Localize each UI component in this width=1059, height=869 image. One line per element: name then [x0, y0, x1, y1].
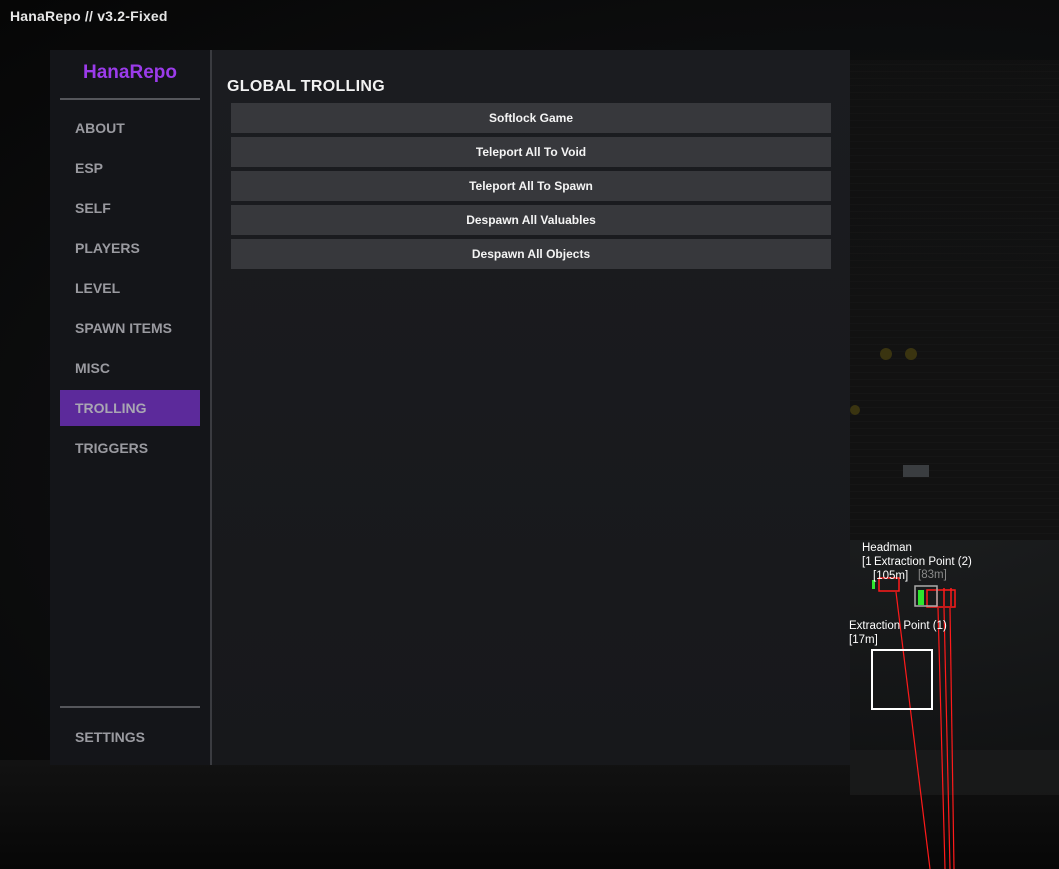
esp-extraction-2-distance: [83m]: [918, 569, 947, 581]
esp-headman-name: Headman: [862, 542, 912, 554]
esp-headman-prefix: [1: [862, 556, 872, 568]
esp-extraction-2-name: Extraction Point (2): [874, 556, 972, 568]
esp-health-bar: [918, 590, 924, 605]
esp-tracer-line: [943, 607, 951, 869]
esp-extraction-1-name: Extraction Point (1): [849, 620, 947, 632]
esp-extraction-1-distance: [17m]: [849, 634, 878, 646]
esp-tracer-line: [895, 591, 931, 869]
esp-headman-distance: [105m]: [873, 570, 909, 582]
game-viewport: HanaRepo // v3.2-Fixed HanaRepo ABOUT ES…: [0, 0, 1059, 869]
esp-tracer-line: [937, 607, 946, 869]
esp-tracer-overlay: [872, 577, 956, 869]
esp-tracer-line: [949, 607, 955, 869]
esp-extraction-box: [871, 649, 933, 710]
